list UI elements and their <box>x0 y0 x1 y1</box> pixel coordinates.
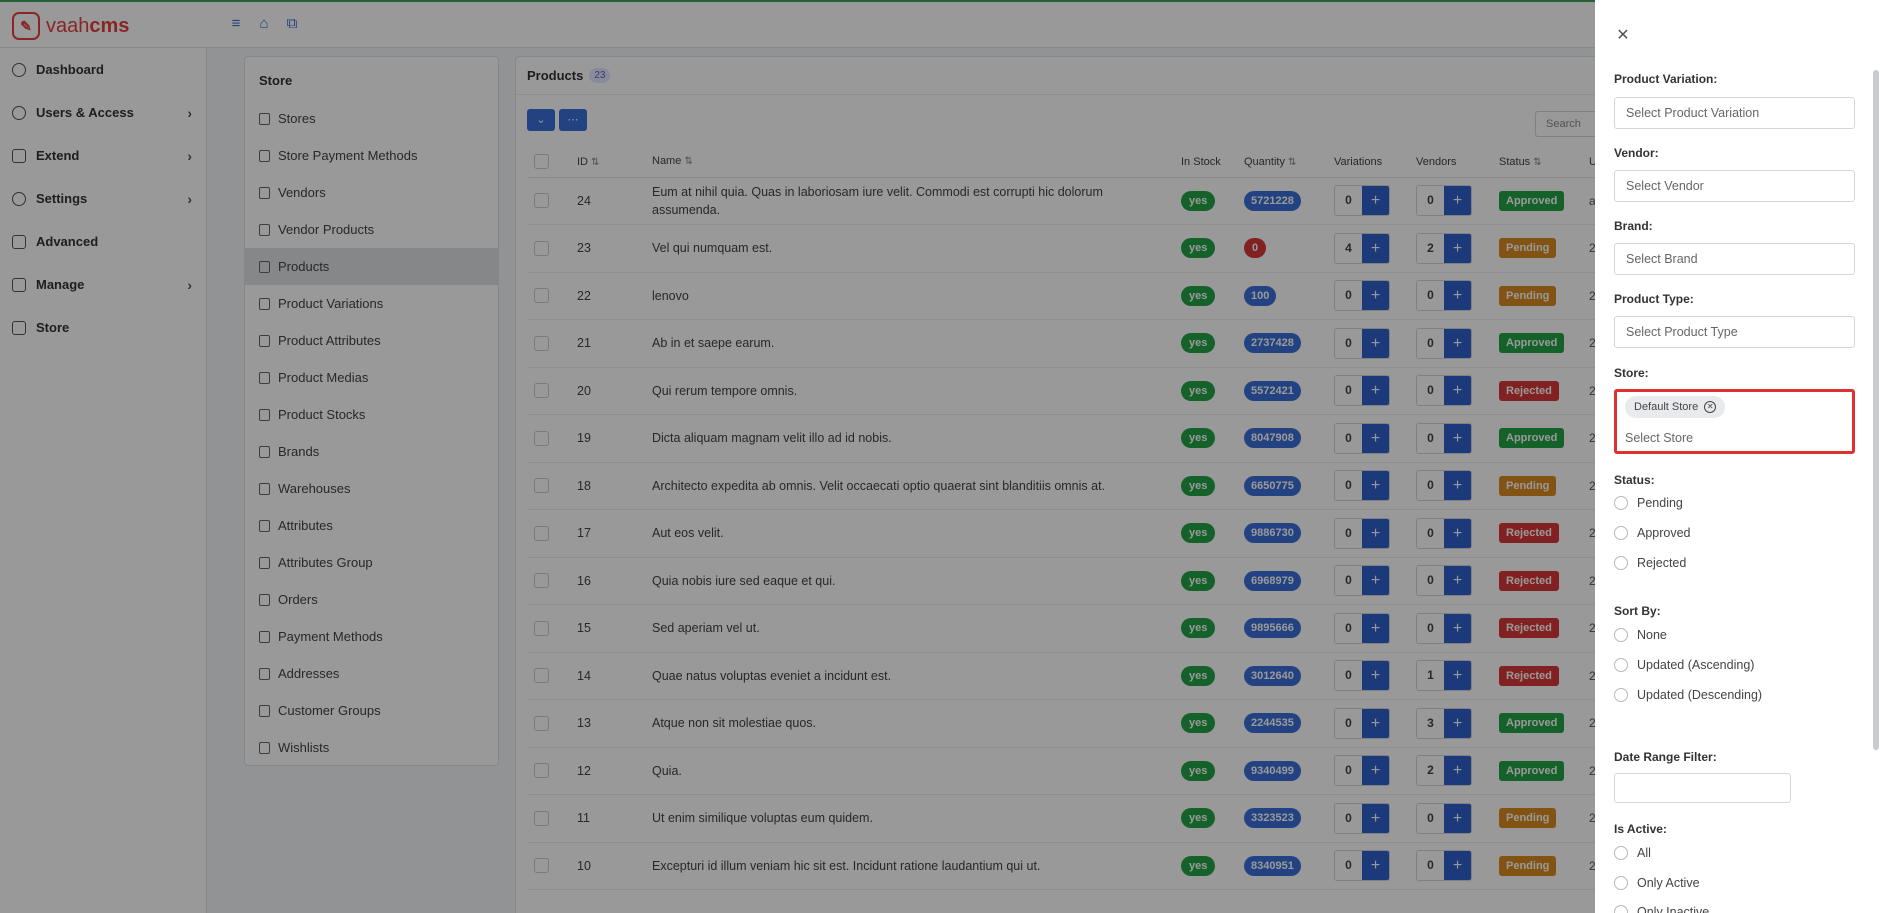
product-type-label: Product Type: <box>1614 292 1694 306</box>
date-range-input[interactable] <box>1614 773 1791 803</box>
radio-icon <box>1614 688 1628 702</box>
product-variation-label: Product Variation: <box>1614 72 1718 86</box>
product-type-select[interactable]: Select Product Type <box>1614 316 1855 348</box>
status-radio-pending[interactable]: Pending <box>1614 496 1683 510</box>
radio-icon <box>1614 496 1628 510</box>
active-radio-only-inactive[interactable]: Only Inactive <box>1614 905 1709 913</box>
radio-icon <box>1614 658 1628 672</box>
brand-select[interactable]: Select Brand <box>1614 243 1855 275</box>
store-chip[interactable]: Default Store ✕ <box>1625 396 1726 418</box>
close-icon[interactable]: ✕ <box>1613 26 1633 46</box>
radio-icon <box>1614 556 1628 570</box>
panel-scrollbar[interactable] <box>1873 70 1879 750</box>
sort-radio-updated-desc[interactable]: Updated (Descending) <box>1614 688 1762 702</box>
is-active-label: Is Active: <box>1614 822 1667 836</box>
radio-icon <box>1614 905 1628 913</box>
status-radio-rejected[interactable]: Rejected <box>1614 556 1686 570</box>
radio-icon <box>1614 526 1628 540</box>
sort-radio-none[interactable]: None <box>1614 628 1667 642</box>
sort-by-label: Sort By: <box>1614 604 1661 618</box>
vendor-label: Vendor: <box>1614 146 1659 160</box>
sort-radio-updated-asc[interactable]: Updated (Ascending) <box>1614 658 1754 672</box>
status-radio-approved[interactable]: Approved <box>1614 526 1691 540</box>
store-multiselect[interactable]: Default Store ✕ Select Store <box>1614 389 1855 454</box>
status-label: Status: <box>1614 473 1655 487</box>
active-radio-all[interactable]: All <box>1614 846 1651 860</box>
filter-panel: ✕ Product Variation: Select Product Vari… <box>1595 0 1880 913</box>
product-variation-select[interactable]: Select Product Variation <box>1614 97 1855 129</box>
store-select-placeholder: Select Store <box>1625 431 1694 445</box>
remove-chip-icon[interactable]: ✕ <box>1704 401 1717 413</box>
radio-icon <box>1614 846 1628 860</box>
brand-label: Brand: <box>1614 219 1653 233</box>
vendor-select[interactable]: Select Vendor <box>1614 170 1855 202</box>
radio-icon <box>1614 876 1628 890</box>
store-label: Store: <box>1614 366 1649 380</box>
active-radio-only-active[interactable]: Only Active <box>1614 876 1700 890</box>
date-range-label: Date Range Filter: <box>1614 750 1717 764</box>
radio-icon <box>1614 628 1628 642</box>
modal-backdrop[interactable] <box>0 0 1595 913</box>
